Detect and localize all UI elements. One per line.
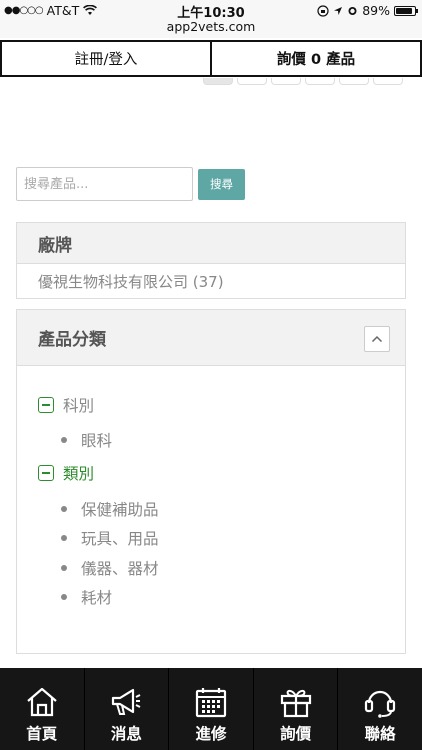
category-item-label: 保健補助品 (81, 501, 159, 519)
status-bar: ●●○○○ AT&T 上午10:30 app2vets.com 89% (0, 0, 422, 38)
category-group-label: 科別 (63, 397, 95, 415)
category-item-label: 耗材 (81, 589, 113, 607)
category-item-label: 眼科 (81, 432, 113, 450)
category-panel-title: 產品分類 (38, 330, 106, 350)
tab-label: 進修 (195, 725, 227, 743)
alarm-icon (348, 7, 357, 15)
pagination (203, 78, 403, 85)
page-button[interactable] (305, 78, 335, 85)
home-icon (27, 687, 57, 717)
headset-icon (365, 690, 396, 718)
category-item-label: 儀器、器材 (81, 560, 159, 578)
status-right: 89% (317, 3, 418, 18)
category-item[interactable]: 耗材 (61, 586, 112, 608)
calendar-icon (195, 688, 227, 718)
collapse-minus-icon[interactable] (38, 465, 54, 481)
category-group-type[interactable]: 類別 (38, 462, 94, 484)
collapse-button[interactable] (364, 326, 390, 352)
battery-icon (394, 5, 418, 16)
page-button[interactable] (339, 78, 369, 85)
battery-fill (396, 7, 413, 14)
battery-percent: 89% (362, 3, 390, 18)
category-item[interactable]: 眼科 (61, 429, 112, 451)
category-item[interactable]: 儀器、器材 (61, 557, 159, 579)
page-button[interactable] (203, 78, 233, 85)
address-url[interactable]: app2vets.com (0, 19, 422, 34)
tab-news[interactable]: 消息 (85, 668, 170, 750)
category-panel-header: 產品分類 (17, 310, 405, 366)
tab-inquiry[interactable]: 詢價 (254, 668, 339, 750)
bullet-icon (61, 506, 67, 512)
gift-icon (280, 689, 311, 718)
login-register-button[interactable]: 註冊/登入 (0, 40, 212, 77)
tab-label: 消息 (110, 725, 142, 743)
collapse-minus-icon[interactable] (38, 397, 54, 413)
location-icon (334, 6, 343, 15)
page-button[interactable] (237, 78, 267, 85)
tab-label: 聯絡 (364, 725, 396, 743)
tab-education[interactable]: 進修 (169, 668, 254, 750)
category-item-label: 玩具、用品 (81, 530, 159, 548)
bullet-icon (61, 594, 67, 600)
category-group-label: 類別 (63, 465, 95, 483)
category-item[interactable]: 玩具、用品 (61, 527, 159, 549)
category-group-department[interactable]: 科別 (38, 394, 94, 416)
page-button[interactable] (271, 78, 301, 85)
brand-item[interactable]: 優視生物科技有限公司 (37) (17, 264, 405, 298)
rotation-lock-icon (317, 4, 329, 17)
tab-label: 首頁 (26, 725, 58, 743)
bottom-tab-bar: 首頁 消息 進修 詢價 聯絡 (0, 668, 422, 750)
tab-contact[interactable]: 聯絡 (338, 668, 422, 750)
inquiry-cart-button[interactable]: 詢價 0 產品 (212, 40, 422, 77)
tab-label: 詢價 (280, 725, 312, 743)
megaphone-icon (112, 688, 141, 715)
bullet-icon (61, 535, 67, 541)
page-button[interactable] (373, 78, 403, 85)
bullet-icon (61, 565, 67, 571)
category-panel: 產品分類 科別 眼科 類別 保健補助品 玩具、用品 儀器、器材 耗材 (16, 309, 406, 654)
bullet-icon (61, 437, 67, 443)
search-button[interactable]: 搜尋 (198, 168, 245, 200)
brand-panel-title: 廠牌 (17, 223, 405, 264)
chevron-up-icon (371, 335, 383, 343)
category-item[interactable]: 保健補助品 (61, 498, 159, 520)
product-search: 搜尋 (16, 167, 245, 201)
tab-home[interactable]: 首頁 (0, 668, 85, 750)
search-input[interactable] (16, 167, 193, 201)
brand-panel: 廠牌 優視生物科技有限公司 (37) (16, 222, 406, 299)
top-action-bar: 註冊/登入 詢價 0 產品 (0, 40, 422, 77)
